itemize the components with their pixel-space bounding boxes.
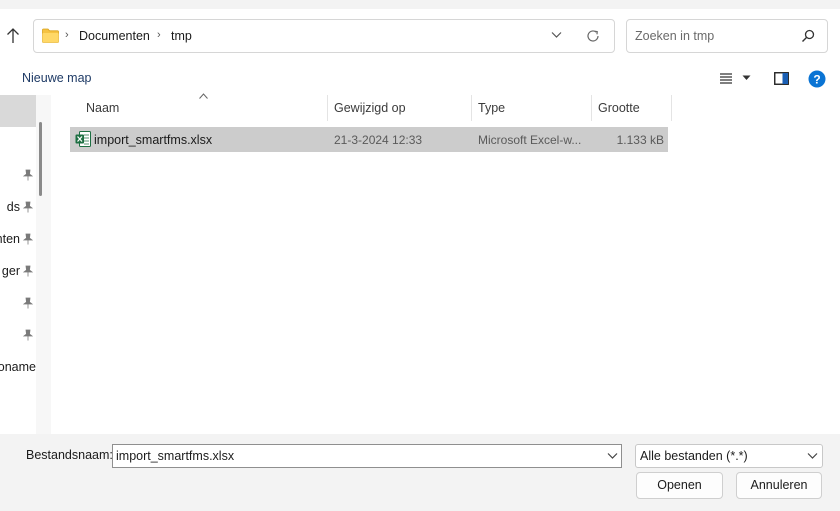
file-size: 1.133 kB [616,133,664,147]
pin-icon [23,201,33,213]
nav-item-label: ger [1,264,20,278]
pin-icon [23,169,33,181]
open-button[interactable]: Openen [636,472,723,499]
chevron-down-icon[interactable] [807,452,818,460]
pin-icon [23,297,33,309]
file-row[interactable]: import_smartfms.xlsx 21-3-2024 12:33 Mic… [70,127,668,152]
nav-scrollbar[interactable] [36,95,51,434]
preview-pane-icon[interactable] [774,72,789,85]
nav-item-1[interactable] [0,165,36,185]
dialog-footer: Bestandsnaam: import_smartfms.xlsx Alle … [0,434,840,511]
nav-item-7[interactable]: oname [0,357,36,377]
nav-item-label: nten [0,232,20,246]
breadcrumb-documenten[interactable]: Documenten [79,29,150,43]
navigation-pane: ds nten ger oname [0,95,36,434]
column-header-type[interactable]: Type [478,95,590,121]
filename-label: Bestandsnaam: [26,448,113,462]
column-divider[interactable] [471,95,472,121]
file-type: Microsoft Excel-w... [478,133,582,147]
nav-item-selected[interactable] [0,95,36,127]
column-header-type-label: Type [478,101,506,115]
nav-item-4[interactable]: ger [0,261,36,281]
chevron-down-icon[interactable] [551,31,562,39]
search-placeholder: Zoeken in tmp [635,29,715,43]
column-header-modified-label: Gewijzigd op [334,101,406,115]
file-open-dialog: › Documenten › tmp Zoeken in tmp Nieuwe … [0,0,840,511]
svg-text:?: ? [813,72,820,86]
breadcrumb-separator-icon: › [157,29,161,41]
filename-value: import_smartfms.xlsx [116,449,235,463]
file-modified: 21-3-2024 12:33 [334,133,423,147]
nav-item-6[interactable] [0,325,36,345]
column-divider[interactable] [591,95,592,121]
nav-item-3[interactable]: nten [0,229,36,249]
column-header-size[interactable]: Grootte [598,95,670,121]
pin-icon [23,329,33,341]
pin-icon [23,265,33,277]
new-folder-button[interactable]: Nieuwe map [22,71,91,85]
nav-item-2[interactable]: ds [0,197,36,217]
sort-ascending-icon [199,93,208,99]
nav-scrollbar-thumb[interactable] [39,122,42,196]
excel-file-icon [75,131,91,147]
search-input[interactable]: Zoeken in tmp [626,19,828,53]
refresh-icon[interactable] [585,28,601,44]
nav-item-label: ds [6,200,20,214]
chevron-down-icon[interactable] [607,452,618,460]
breadcrumb-separator-icon: › [65,29,69,41]
column-divider[interactable] [327,95,328,121]
view-dropdown-icon[interactable] [742,75,751,81]
arrow-up-icon [7,28,19,43]
column-header-size-label: Grootte [598,101,640,115]
cancel-button[interactable]: Annuleren [736,472,822,499]
up-button[interactable] [2,25,24,47]
column-header-modified[interactable]: Gewijzigd op [334,95,470,121]
search-icon[interactable] [801,29,815,43]
file-type-filter[interactable]: Alle bestanden (*.*) [635,444,823,468]
folder-icon [42,28,59,43]
help-icon[interactable]: ? [808,70,826,88]
list-view-icon[interactable] [719,72,733,84]
column-header-name-label: Naam [86,101,120,115]
filter-value: Alle bestanden (*.*) [640,449,748,463]
breadcrumb-tmp[interactable]: tmp [171,29,192,43]
title-band [0,0,840,9]
address-bar[interactable]: › Documenten › tmp [33,19,615,53]
pin-icon [23,233,33,245]
nav-item-label: oname [0,360,36,374]
nav-item-5[interactable] [0,293,36,313]
column-divider[interactable] [671,95,672,121]
file-name: import_smartfms.xlsx [94,133,213,147]
filename-input[interactable]: import_smartfms.xlsx [112,444,622,468]
